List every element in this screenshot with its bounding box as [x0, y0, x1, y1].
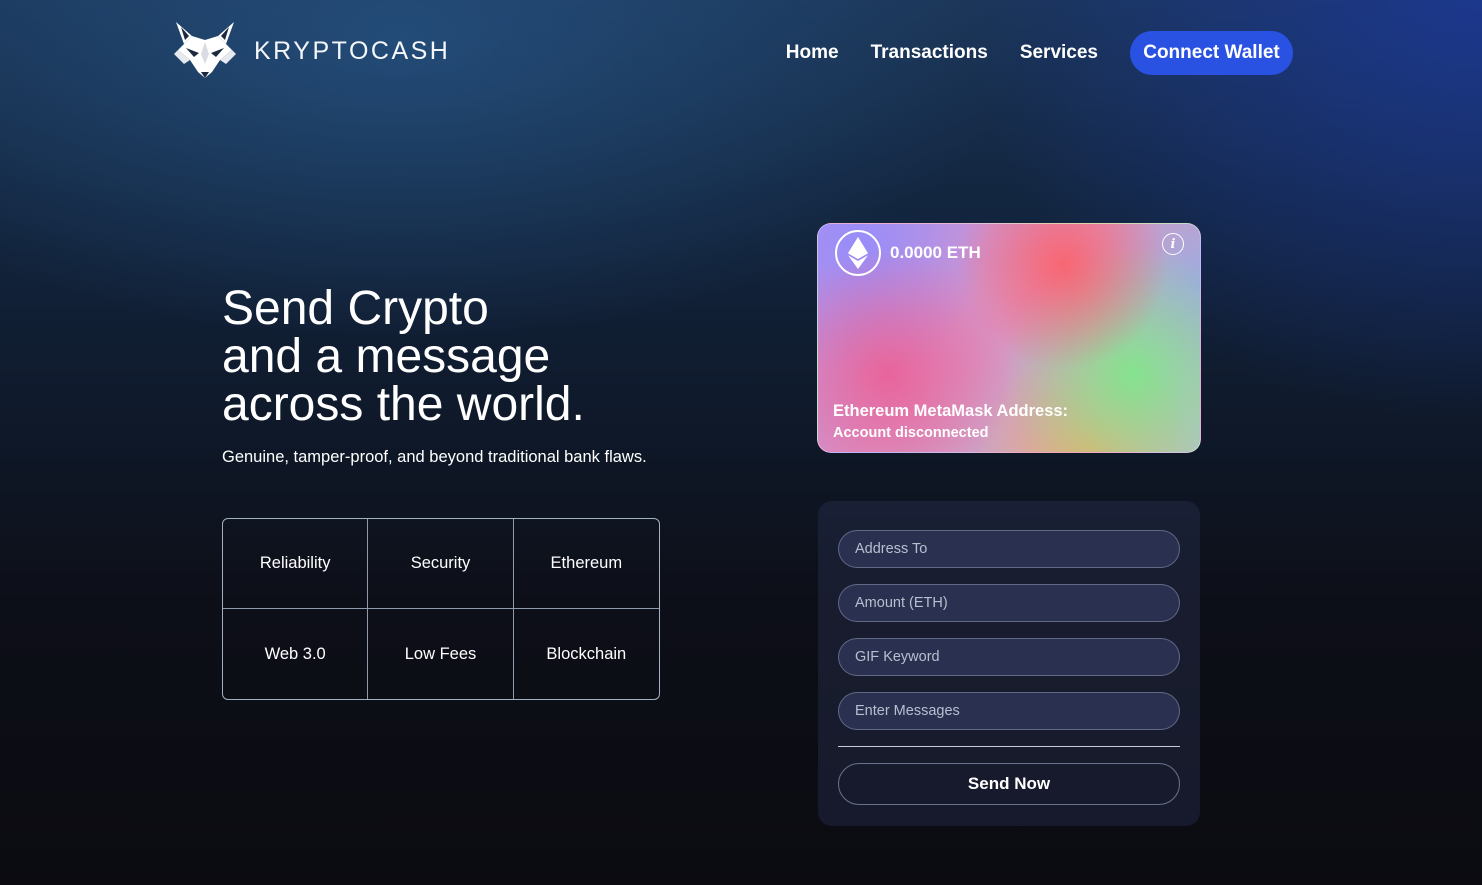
brand-name: KRYPTOCASH — [254, 36, 451, 65]
nav-link-home[interactable]: Home — [786, 42, 839, 64]
gif-keyword-input[interactable] — [838, 638, 1180, 676]
info-icon[interactable]: i — [1162, 233, 1184, 255]
feature-reliability: Reliability — [223, 519, 369, 609]
send-now-button[interactable]: Send Now — [838, 763, 1180, 805]
feature-web3: Web 3.0 — [223, 609, 369, 699]
eth-address-label: Ethereum MetaMask Address: — [833, 402, 1069, 420]
eth-balance: 0.0000 ETH — [890, 243, 981, 262]
brand-logo[interactable]: KRYPTOCASH — [172, 20, 450, 82]
hero-title: Send Crypto and a message across the wor… — [222, 285, 585, 429]
hero-title-line: across the world. — [222, 378, 585, 431]
fox-head-icon — [174, 22, 236, 78]
nav-link-transactions[interactable]: Transactions — [871, 42, 988, 64]
feature-ethereum: Ethereum — [513, 519, 659, 609]
features-grid: Reliability Security Ethereum Web 3.0 Lo… — [222, 518, 660, 700]
address-to-input[interactable] — [838, 530, 1180, 568]
feature-security: Security — [368, 519, 514, 609]
hero-title-line: Send Crypto — [222, 282, 489, 335]
eth-address-status: Account disconnected — [833, 425, 989, 441]
form-divider — [838, 746, 1180, 747]
hero-subtitle: Genuine, tamper-proof, and beyond tradit… — [222, 448, 647, 466]
feature-blockchain: Blockchain — [546, 644, 627, 663]
send-form: Send Now — [818, 501, 1200, 826]
amount-input[interactable] — [838, 584, 1180, 622]
ethereum-card: 0.0000 ETH i Ethereum MetaMask Address: … — [817, 223, 1201, 453]
nav-link-services[interactable]: Services — [1020, 42, 1098, 64]
ethereum-icon — [835, 230, 881, 276]
feature-low-fees: Low Fees — [368, 609, 514, 699]
connect-wallet-button[interactable]: Connect Wallet — [1130, 31, 1293, 75]
main-nav: Home Transactions Services Connect Walle… — [786, 31, 1293, 75]
hero-title-line: and a message — [222, 330, 551, 383]
message-input[interactable] — [838, 692, 1180, 730]
